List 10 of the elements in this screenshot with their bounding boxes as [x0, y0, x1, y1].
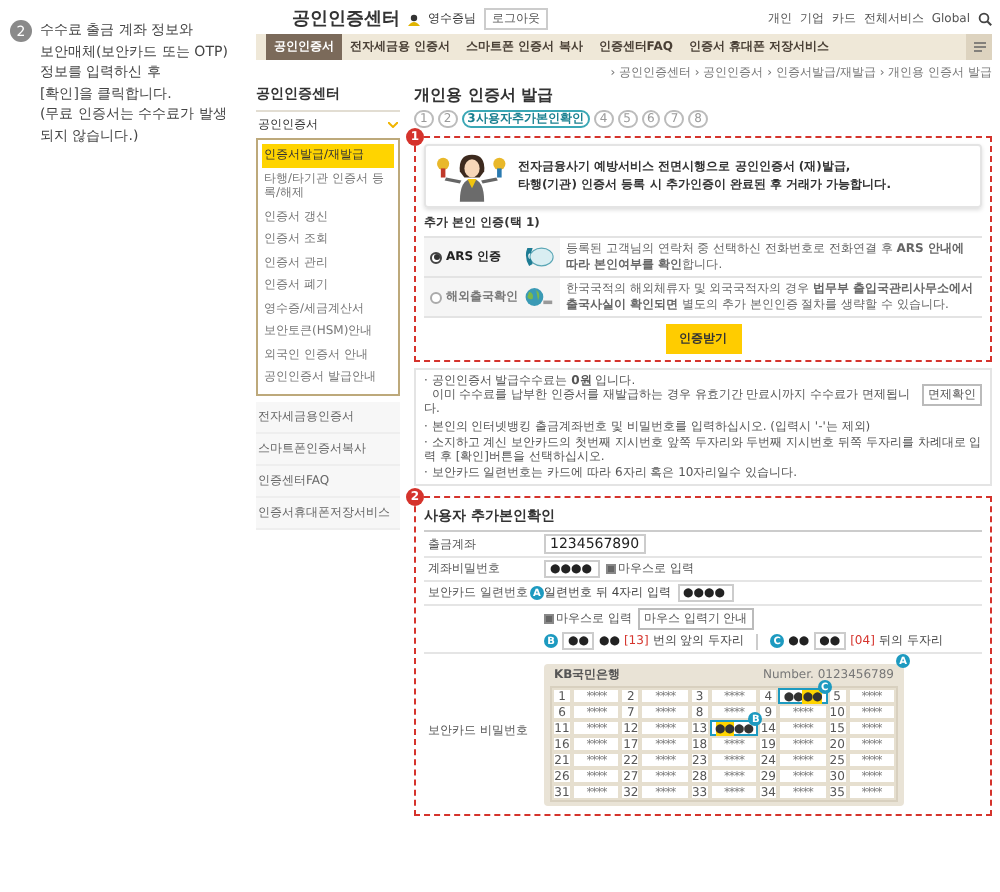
globe-icon	[522, 286, 554, 308]
site-logo[interactable]: 공인인증센터	[292, 6, 400, 32]
menu-button[interactable]	[966, 34, 992, 60]
user-icon	[408, 13, 420, 25]
phone-icon	[522, 246, 554, 268]
page-title: 개인용 인증서 발급	[414, 84, 556, 106]
menu-icon	[973, 42, 985, 52]
search-icon[interactable]	[978, 12, 992, 26]
person-with-medals-drawing	[434, 150, 510, 202]
chevron-icon	[388, 122, 398, 128]
